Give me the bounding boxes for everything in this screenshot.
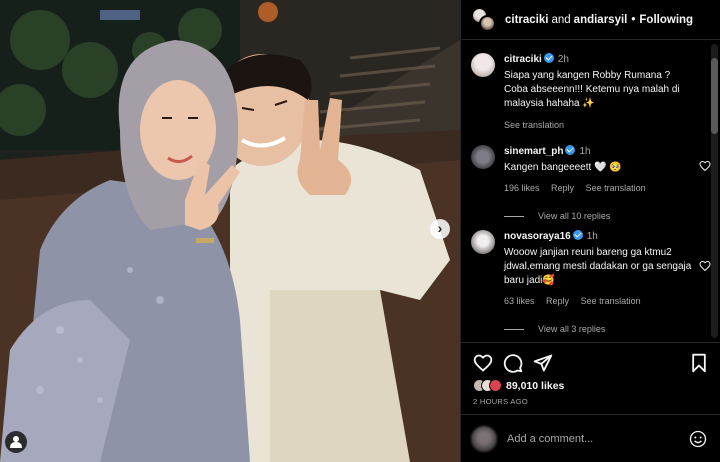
header-joiner: and (551, 13, 571, 26)
avatar (489, 379, 502, 392)
comment-username[interactable]: novasoraya16 (504, 231, 571, 242)
like-heart-icon[interactable] (473, 353, 493, 373)
post-photo[interactable]: › (0, 0, 460, 462)
comments-list: citraciki 2h Siapa yang kangen Robby Ruma… (461, 41, 720, 341)
avatar[interactable] (471, 145, 495, 169)
photo-illustration (0, 0, 460, 462)
emoji-icon[interactable] (689, 430, 707, 448)
avatar (471, 426, 497, 452)
replies-divider (504, 215, 524, 217)
caption: citraciki 2h Siapa yang kangen Robby Ruma… (471, 53, 711, 132)
add-comment-bar (461, 414, 720, 462)
comment-item: sinemart_ph 1h Kangen bangeeeett 🤍 🥺 196 … (471, 145, 711, 223)
view-replies-link[interactable]: View all 3 replies (504, 322, 711, 336)
save-bookmark-icon[interactable] (689, 353, 709, 373)
post-actions: 89,010 likes 2 HOURS AGO (461, 342, 720, 414)
view-replies-label: View all 10 replies (538, 211, 611, 221)
like-comment-heart-icon[interactable] (699, 260, 711, 272)
comment-likes[interactable]: 63 likes (504, 296, 535, 306)
replies-divider (504, 328, 524, 330)
following-button[interactable]: Following (639, 14, 693, 26)
reply-button[interactable]: Reply (551, 183, 574, 193)
post-side-panel: citraciki and andiarsyil • Following cit… (460, 0, 720, 462)
comment-text: Kangen bangeeeett 🤍 🥺 (504, 162, 622, 173)
verified-icon (565, 145, 576, 155)
tagged-users-button[interactable] (5, 431, 27, 453)
avatar[interactable] (471, 53, 495, 77)
comment-bubble-icon[interactable] (503, 353, 523, 373)
header-username-2[interactable]: andiarsyil (574, 14, 628, 26)
post-date: 2 HOURS AGO (473, 397, 528, 406)
see-translation-link[interactable]: See translation (581, 296, 641, 306)
verified-icon (572, 230, 583, 240)
next-photo-button[interactable]: › (430, 219, 450, 239)
post-header: citraciki and andiarsyil • Following (461, 0, 720, 40)
comment-time: 1h (586, 231, 598, 242)
likes-summary[interactable]: 89,010 likes (473, 379, 564, 392)
likes-count[interactable]: 89,010 likes (506, 380, 564, 392)
caption-time: 2h (557, 54, 569, 65)
comment-item: novasoraya16 1h Wooow janjian reuni baren… (471, 230, 711, 336)
comment-username[interactable]: sinemart_ph (504, 146, 563, 157)
see-translation-link[interactable]: See translation (504, 120, 564, 130)
comment-text: Wooow janjian reuni bareng ga ktmu2 jdwa… (504, 247, 692, 286)
verified-icon (543, 53, 554, 63)
collab-avatars[interactable] (471, 6, 497, 33)
comment-time: 1h (579, 146, 591, 157)
share-paper-plane-icon[interactable] (533, 353, 553, 373)
user-tag-icon (10, 436, 22, 448)
see-translation-link[interactable]: See translation (586, 183, 646, 193)
view-replies-label: View all 3 replies (538, 324, 606, 334)
caption-text: Siapa yang kangen Robby Rumana ? Coba ab… (504, 70, 680, 109)
caption-username[interactable]: citraciki (504, 54, 542, 65)
header-username-1[interactable]: citraciki (505, 14, 548, 26)
reply-button[interactable]: Reply (546, 296, 569, 306)
add-comment-input[interactable] (507, 429, 677, 449)
avatar[interactable] (471, 230, 495, 254)
like-comment-heart-icon[interactable] (699, 160, 711, 172)
view-replies-link[interactable]: View all 10 replies (504, 209, 711, 223)
header-dot: • (631, 13, 636, 26)
avatar (479, 14, 496, 32)
comment-likes[interactable]: 196 likes (504, 183, 540, 193)
